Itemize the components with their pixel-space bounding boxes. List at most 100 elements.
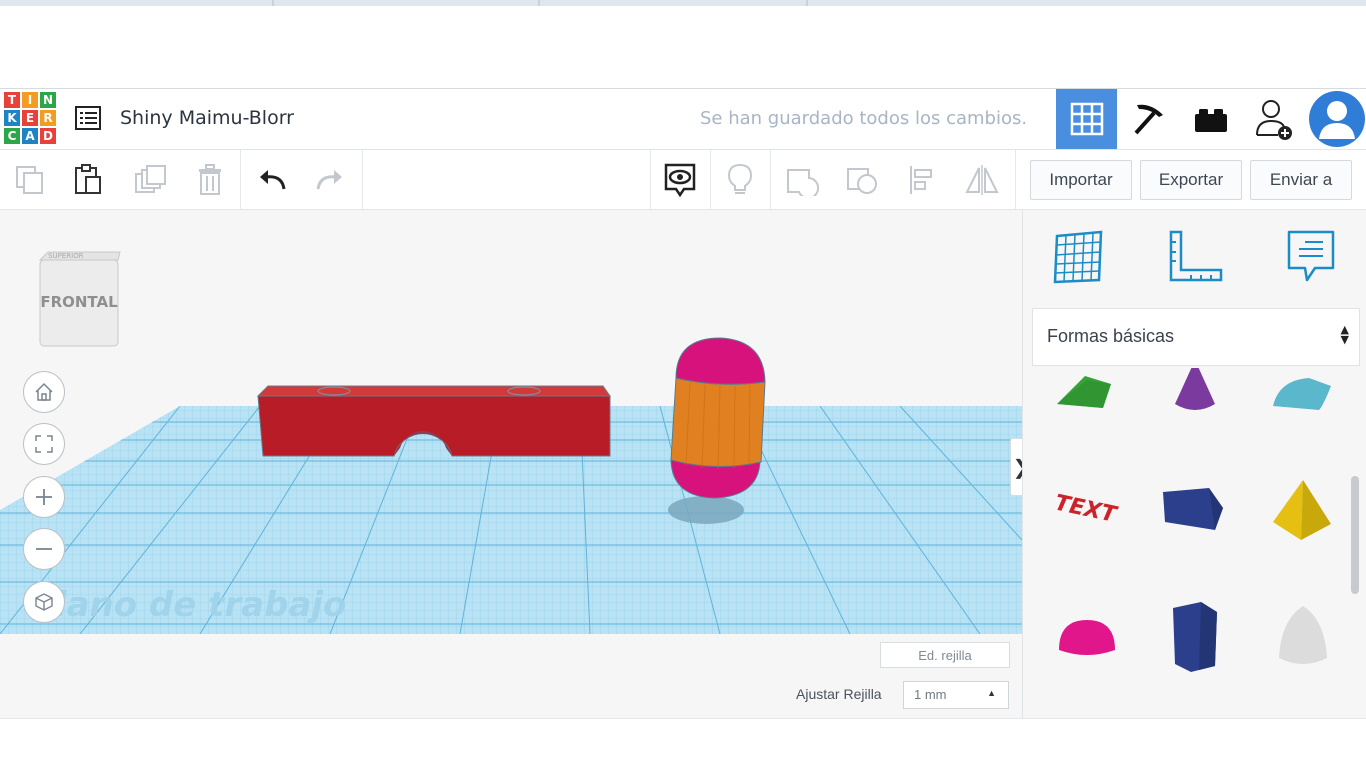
logo-letter: N (40, 92, 56, 108)
shapes-panel: Formas básicas ▲ ▼ TEXT (1022, 210, 1366, 718)
light-icon (727, 163, 753, 194)
delete-icon (199, 164, 221, 195)
cone-shape[interactable] (1155, 368, 1235, 420)
duplicate-button[interactable] (128, 158, 172, 202)
toolbar: Importar Exportar Enviar a (0, 150, 1366, 210)
zoom-out-button[interactable] (23, 528, 65, 570)
fit-view-button[interactable] (23, 423, 65, 465)
toolbar-divider (1015, 150, 1016, 209)
toolbar-divider (770, 150, 771, 209)
send-to-button[interactable]: Enviar a (1250, 160, 1352, 200)
3d-design-view-button[interactable] (1056, 89, 1117, 149)
blocks-view-button[interactable] (1180, 89, 1242, 149)
perspective-icon (35, 593, 53, 611)
toolbar-divider (240, 150, 241, 209)
logo-letter: K (4, 110, 20, 126)
duplicate-icon (135, 165, 166, 193)
pyramid-shape[interactable] (1263, 466, 1343, 546)
user-avatar[interactable] (1307, 89, 1366, 149)
redo-button[interactable] (308, 158, 352, 202)
shape-library-label: Formas básicas (1047, 326, 1175, 346)
ruler-button[interactable] (1165, 228, 1225, 288)
align-icon (910, 166, 932, 194)
design-list-icon[interactable] (74, 105, 102, 131)
group-button[interactable] (780, 158, 824, 202)
hexagonal-prism-shape[interactable] (1155, 594, 1235, 674)
panel-scrollbar[interactable] (1351, 476, 1359, 594)
redo-icon (316, 170, 342, 190)
home-icon (35, 382, 53, 401)
app-header: T I N K E R C A D Shiny Maimu-Blorr Se h… (0, 88, 1366, 150)
zoom-in-button[interactable] (23, 476, 65, 518)
bricks-icon (1195, 109, 1227, 132)
zoom-in-icon (36, 489, 52, 505)
workplane-icon (1053, 230, 1103, 284)
undo-icon (260, 170, 286, 190)
paraboloid-shape[interactable] (1263, 594, 1343, 674)
tab-divider (272, 0, 274, 6)
undo-button[interactable] (250, 158, 294, 202)
add-user-button[interactable] (1243, 89, 1305, 149)
collapse-panel-button[interactable]: ❯ (1010, 438, 1022, 496)
add-user-icon (1256, 100, 1292, 140)
logo-letter: I (22, 92, 38, 108)
snap-grid-label: Ajustar Rejilla (796, 686, 882, 702)
edit-grid-button[interactable]: Ed. rejilla (880, 642, 1010, 668)
home-view-button[interactable] (23, 371, 65, 413)
toolbar-divider (710, 150, 711, 209)
shape-library-select[interactable]: Formas básicas ▲ ▼ (1032, 308, 1360, 366)
polygon-shape[interactable] (1155, 468, 1235, 548)
bottom-area (0, 718, 1366, 769)
notes-button[interactable] (1281, 228, 1341, 288)
design-title[interactable]: Shiny Maimu-Blorr (120, 107, 294, 129)
text-shape[interactable]: TEXT (1047, 466, 1127, 546)
import-button[interactable]: Importar (1030, 160, 1132, 200)
light-button[interactable] (718, 158, 762, 202)
tab-divider (806, 0, 808, 6)
perspective-button[interactable] (23, 581, 65, 623)
half-cylinder-shape[interactable] (1263, 368, 1343, 420)
group-icon (787, 169, 819, 196)
logo-letter: A (22, 128, 38, 144)
workplane-label: Plano de trabajo (30, 585, 346, 625)
roof-shape[interactable] (1047, 368, 1127, 420)
paste-icon (75, 164, 101, 194)
browser-tab-strip (0, 0, 1366, 6)
workplane-scene[interactable]: Plano de trabajo (0, 210, 1022, 718)
avatar-icon (1309, 91, 1365, 147)
tab-divider (538, 0, 540, 6)
show-all-icon (664, 163, 696, 198)
view-cube-front-label: FRONTAL (40, 293, 118, 311)
export-button[interactable]: Exportar (1140, 160, 1242, 200)
show-all-button[interactable] (658, 158, 702, 202)
zoom-out-icon (36, 548, 52, 550)
updown-arrows-icon: ▲ ▼ (1340, 323, 1349, 346)
circuits-view-button[interactable] (1118, 89, 1180, 149)
logo-letter: T (4, 92, 20, 108)
delete-button[interactable] (188, 158, 232, 202)
pickaxe-icon (1134, 104, 1163, 135)
logo-letter: R (40, 110, 56, 126)
copy-button[interactable] (8, 158, 52, 202)
mirror-button[interactable] (960, 158, 1004, 202)
hemisphere-shape[interactable] (1047, 594, 1127, 674)
paste-button[interactable] (66, 158, 110, 202)
logo-letter: E (22, 110, 38, 126)
copy-icon (16, 166, 43, 194)
ungroup-button[interactable] (840, 158, 884, 202)
3d-viewport[interactable]: Plano de trabajo SUPERIOR FRONTAL Ed. re… (0, 210, 1022, 718)
mirror-icon (965, 165, 999, 195)
notes-icon (1287, 230, 1335, 282)
snap-grid-select[interactable]: 1 mm ▲ (903, 681, 1009, 709)
shapes-grid: TEXT (1023, 368, 1353, 718)
text-shape-label: TEXT (1052, 491, 1120, 529)
workplane-button[interactable] (1049, 228, 1109, 288)
align-button[interactable] (900, 158, 944, 202)
view-cube[interactable]: SUPERIOR FRONTAL (34, 250, 124, 350)
grid-icon (1070, 102, 1103, 136)
toolbar-divider (362, 150, 363, 209)
caret-up-icon: ▲ (987, 688, 996, 698)
snap-grid-value: 1 mm (914, 687, 947, 702)
tinkercad-logo[interactable]: T I N K E R C A D (4, 92, 56, 144)
logo-letter: D (40, 128, 56, 144)
